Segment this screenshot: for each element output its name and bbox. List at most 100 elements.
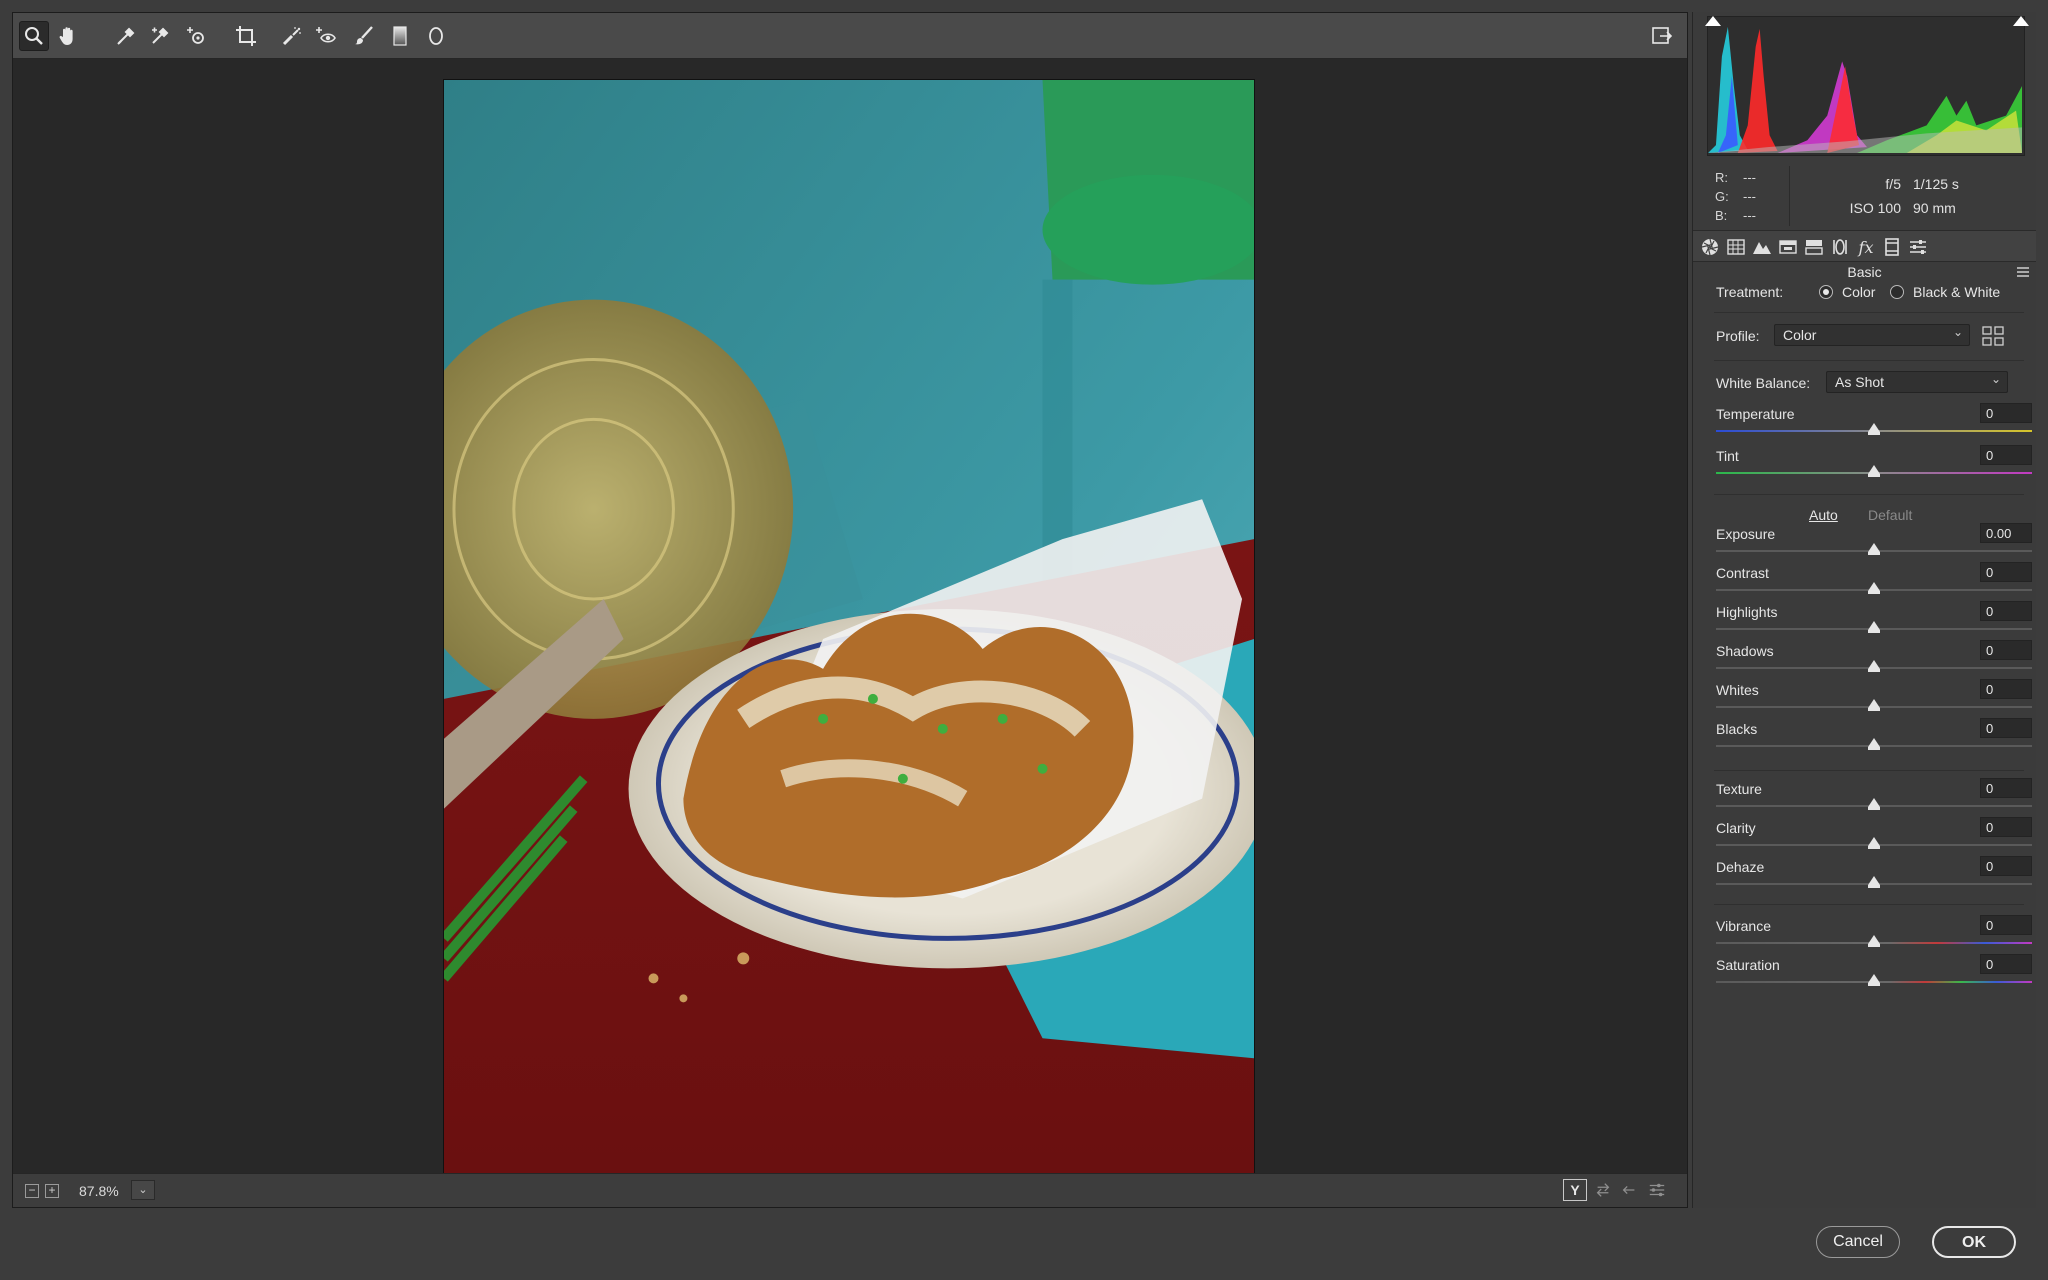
whites-slider[interactable]: Whites 0: [1716, 679, 2032, 712]
profile-browser-icon[interactable]: [1982, 326, 2004, 346]
tab-lens-corrections[interactable]: [1829, 236, 1851, 258]
aperture-icon: [1701, 238, 1719, 256]
dehaze-thumb[interactable]: [1868, 876, 1880, 888]
tab-hsl[interactable]: [1777, 236, 1799, 258]
saturation-slider[interactable]: Saturation 0: [1716, 954, 2032, 987]
exposure-value-field[interactable]: 0.00: [1980, 523, 2032, 543]
exposure-slider[interactable]: Exposure 0.00: [1716, 523, 2032, 556]
white-balance-tool-button[interactable]: [111, 21, 141, 51]
vibrance-slider[interactable]: Vibrance 0: [1716, 915, 2032, 948]
spot-removal-tool-button[interactable]: [277, 21, 307, 51]
treatment-bw-radio[interactable]: [1890, 285, 1904, 299]
cancel-button[interactable]: Cancel: [1816, 1226, 1900, 1258]
clarity-value-field[interactable]: 0: [1980, 817, 2032, 837]
texture-thumb[interactable]: [1868, 798, 1880, 810]
before-after-toggle[interactable]: Y: [1563, 1179, 1587, 1201]
aperture-value: f/5: [1885, 176, 1901, 192]
contrast-thumb[interactable]: [1868, 582, 1880, 594]
graduated-filter-tool-button[interactable]: [385, 21, 415, 51]
tab-calibration[interactable]: [1881, 236, 1903, 258]
saturation-thumb[interactable]: [1868, 974, 1880, 986]
red-eye-tool-button[interactable]: [311, 21, 341, 51]
clarity-thumb[interactable]: [1868, 837, 1880, 849]
mountains-icon: [1753, 242, 1771, 254]
ok-button[interactable]: OK: [1932, 1226, 2016, 1258]
tint-value-field[interactable]: 0: [1980, 445, 2032, 465]
shadows-slider[interactable]: Shadows 0: [1716, 640, 2032, 673]
tint-thumb[interactable]: [1868, 465, 1880, 477]
status-bar: − + 87.8% ⌄ Y: [13, 1173, 1687, 1207]
whites-thumb[interactable]: [1868, 699, 1880, 711]
zoom-out-button[interactable]: −: [25, 1184, 39, 1198]
dehaze-slider[interactable]: Dehaze 0: [1716, 856, 2032, 889]
contrast-value-field[interactable]: 0: [1980, 562, 2032, 582]
treatment-color-label[interactable]: Color: [1842, 284, 1875, 300]
shadows-label: Shadows: [1716, 643, 1774, 659]
highlights-slider[interactable]: Highlights 0: [1716, 601, 2032, 634]
divider: [1714, 360, 2024, 361]
tab-detail[interactable]: [1751, 236, 1773, 258]
preview-canvas[interactable]: [13, 60, 1687, 1175]
temperature-thumb[interactable]: [1868, 423, 1880, 435]
treatment-color-radio[interactable]: [1819, 285, 1833, 299]
default-button[interactable]: Default: [1868, 507, 1912, 523]
panel-menu-icon[interactable]: [2016, 266, 2030, 278]
clarity-slider[interactable]: Clarity 0: [1716, 817, 2032, 850]
vibrance-thumb[interactable]: [1868, 935, 1880, 947]
chevron-down-icon: ⌄: [1990, 372, 2001, 386]
highlights-value-field[interactable]: 0: [1980, 601, 2032, 621]
highlights-thumb[interactable]: [1868, 621, 1880, 633]
white-balance-select[interactable]: As Shot ⌄: [1826, 371, 2008, 393]
shadows-thumb[interactable]: [1868, 660, 1880, 672]
magnifier-icon: [25, 27, 43, 45]
tint-slider[interactable]: Tint 0: [1716, 445, 2032, 478]
zoom-dropdown[interactable]: ⌄: [131, 1180, 155, 1200]
swap-icon: [1596, 1183, 1610, 1197]
contrast-slider[interactable]: Contrast 0: [1716, 562, 2032, 595]
hand-tool-button[interactable]: [53, 21, 83, 51]
tab-effects[interactable]: fx: [1855, 236, 1877, 258]
tab-tone-curve[interactable]: [1725, 236, 1747, 258]
color-sampler-tool-button[interactable]: [145, 21, 175, 51]
saturation-value-field[interactable]: 0: [1980, 954, 2032, 974]
texture-value-field[interactable]: 0: [1980, 778, 2032, 798]
whites-label: Whites: [1716, 682, 1759, 698]
blacks-thumb[interactable]: [1868, 738, 1880, 750]
blacks-slider[interactable]: Blacks 0: [1716, 718, 2032, 751]
swap-settings-button[interactable]: [1591, 1179, 1615, 1201]
contrast-label: Contrast: [1716, 565, 1769, 581]
copy-settings-button[interactable]: [1617, 1179, 1641, 1201]
adjustment-brush-tool-button[interactable]: [349, 21, 379, 51]
focal-length-value: 90 mm: [1913, 200, 1956, 216]
zoom-tool-button[interactable]: [19, 21, 49, 51]
profile-select[interactable]: Color ⌄: [1774, 324, 1970, 346]
texture-label: Texture: [1716, 781, 1762, 797]
vibrance-value-field[interactable]: 0: [1980, 915, 2032, 935]
meta-divider: [1789, 166, 1790, 226]
texture-slider[interactable]: Texture 0: [1716, 778, 2032, 811]
white-balance-label: White Balance:: [1716, 375, 1811, 391]
zoom-in-button[interactable]: +: [45, 1184, 59, 1198]
targeted-adjustment-tool-button[interactable]: [181, 21, 211, 51]
r-value: ---: [1743, 170, 1756, 185]
treatment-bw-label[interactable]: Black & White: [1913, 284, 2000, 300]
dehaze-value-field[interactable]: 0: [1980, 856, 2032, 876]
tab-presets[interactable]: [1907, 236, 1929, 258]
shadows-value-field[interactable]: 0: [1980, 640, 2032, 660]
tab-basic[interactable]: [1699, 236, 1721, 258]
blacks-value-field[interactable]: 0: [1980, 718, 2032, 738]
radial-filter-tool-button[interactable]: [421, 21, 451, 51]
shadow-clipping-warning[interactable]: [1705, 16, 1721, 26]
highlight-clipping-warning[interactable]: [2013, 16, 2029, 26]
temperature-slider[interactable]: Temperature 0: [1716, 403, 2032, 436]
preview-preferences-button[interactable]: [1645, 1179, 1669, 1201]
tab-split-toning[interactable]: [1803, 236, 1825, 258]
crop-tool-button[interactable]: [231, 21, 261, 51]
photo-preview[interactable]: [443, 79, 1255, 1175]
exposure-thumb[interactable]: [1868, 543, 1880, 555]
temperature-value-field[interactable]: 0: [1980, 403, 2032, 423]
whites-value-field[interactable]: 0: [1980, 679, 2032, 699]
open-in-photoshop-button[interactable]: [1647, 21, 1677, 51]
auto-button[interactable]: Auto: [1809, 507, 1838, 523]
presets-icon: [1910, 240, 1926, 254]
